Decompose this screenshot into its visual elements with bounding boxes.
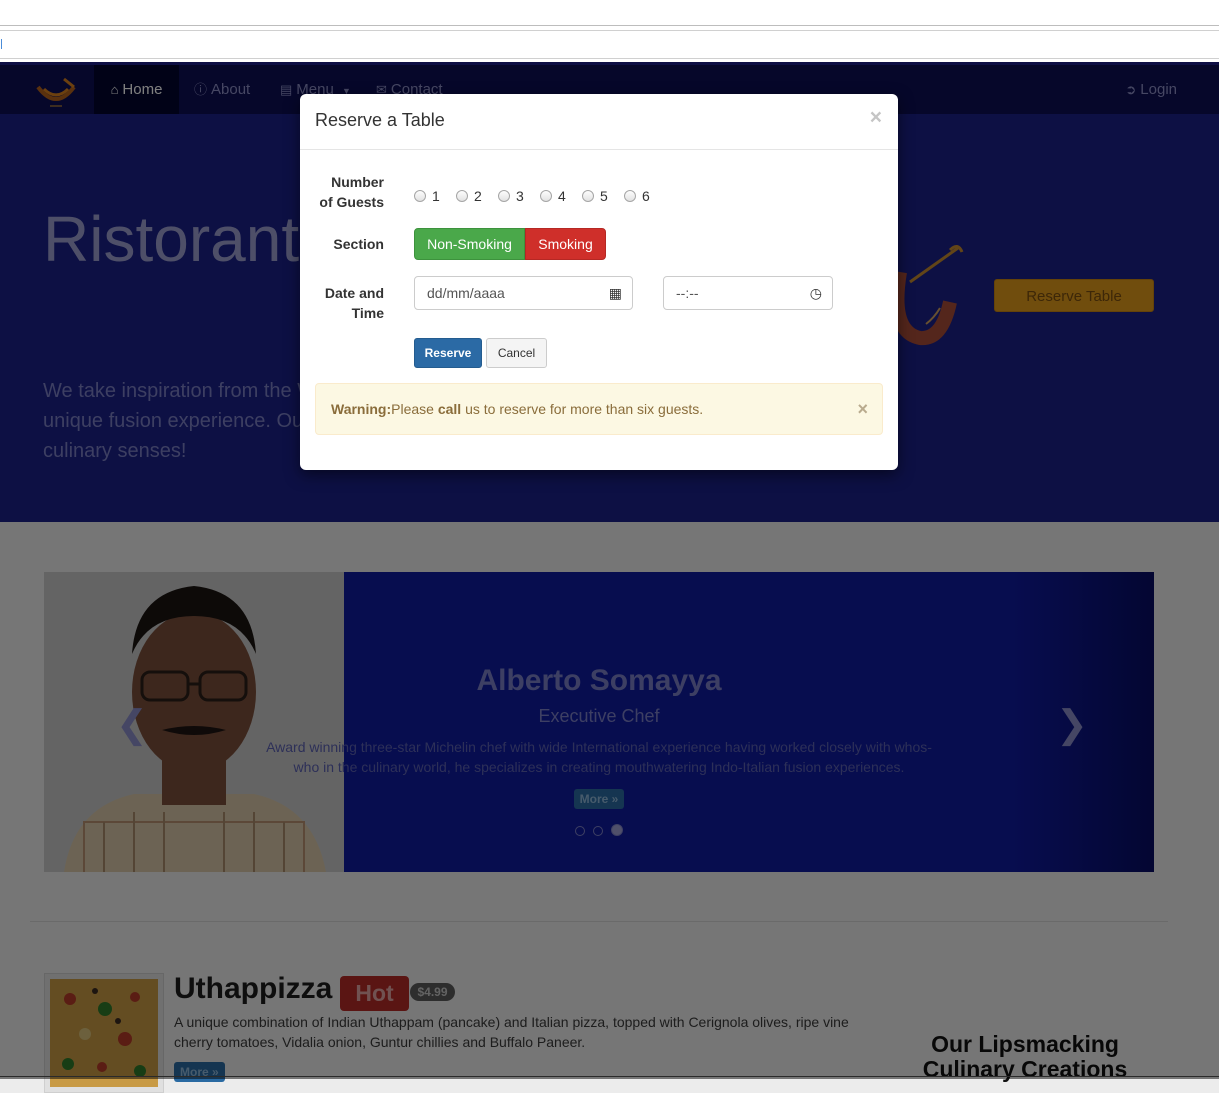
alert-close-icon[interactable]: × [857, 384, 868, 434]
close-icon[interactable]: × [870, 106, 882, 130]
datetime-label-line1: Date and [324, 285, 384, 301]
guests-label-line1: Number [331, 174, 384, 190]
guests-label-line2: of Guests [319, 194, 384, 210]
warning-alert: Warning:Please call us to reserve for mo… [315, 383, 883, 435]
guest-radio-2[interactable]: 2 [456, 188, 482, 204]
date-input[interactable]: dd/mm/aaaa ▦ [414, 276, 633, 310]
guest-radio-4[interactable]: 4 [540, 188, 566, 204]
guest-option-label: 2 [474, 188, 482, 204]
guest-radio-5[interactable]: 5 [582, 188, 608, 204]
text-caret [1, 39, 2, 49]
browser-divider [0, 25, 1219, 26]
clock-icon[interactable]: ◷ [810, 277, 822, 309]
guest-option-label: 3 [516, 188, 524, 204]
reserve-button[interactable]: Reserve [414, 338, 482, 368]
radio-circle[interactable] [498, 190, 510, 202]
modal-title: Reserve a Table [315, 110, 445, 130]
datetime-label: Date and Time [300, 283, 384, 323]
guest-radio-6[interactable]: 6 [624, 188, 650, 204]
radio-circle[interactable] [414, 190, 426, 202]
alert-strong: Warning: [331, 401, 392, 417]
address-bar[interactable] [0, 30, 1219, 59]
guest-option-label: 1 [432, 188, 440, 204]
guests-label: Number of Guests [300, 172, 384, 212]
calendar-icon[interactable]: ▦ [609, 277, 622, 309]
guest-radio-3[interactable]: 3 [498, 188, 524, 204]
guest-option-label: 6 [642, 188, 650, 204]
radio-circle[interactable] [540, 190, 552, 202]
modal-header: Reserve a Table × [300, 94, 898, 150]
date-placeholder: dd/mm/aaaa [427, 285, 505, 301]
alert-text-pre: Please [391, 401, 438, 417]
browser-toolbar [0, 0, 1219, 62]
section-label: Section [333, 236, 384, 252]
time-input[interactable]: --:-- ◷ [663, 276, 833, 310]
guest-option-label: 4 [558, 188, 566, 204]
non-smoking-button[interactable]: Non-Smoking [414, 228, 525, 260]
cancel-button[interactable]: Cancel [486, 338, 547, 368]
datetime-label-line2: Time [351, 305, 384, 321]
smoking-button[interactable]: Smoking [525, 228, 606, 260]
guest-radio-1[interactable]: 1 [414, 188, 440, 204]
time-placeholder: --:-- [676, 285, 699, 301]
alert-call: call [437, 401, 462, 417]
radio-circle[interactable] [456, 190, 468, 202]
radio-circle[interactable] [582, 190, 594, 202]
guest-option-label: 5 [600, 188, 608, 204]
reserve-modal: Reserve a Table × Number of Guests 1 2 3… [300, 94, 898, 470]
radio-circle[interactable] [624, 190, 636, 202]
alert-text-post: us to reserve for more than six guests. [461, 401, 704, 417]
